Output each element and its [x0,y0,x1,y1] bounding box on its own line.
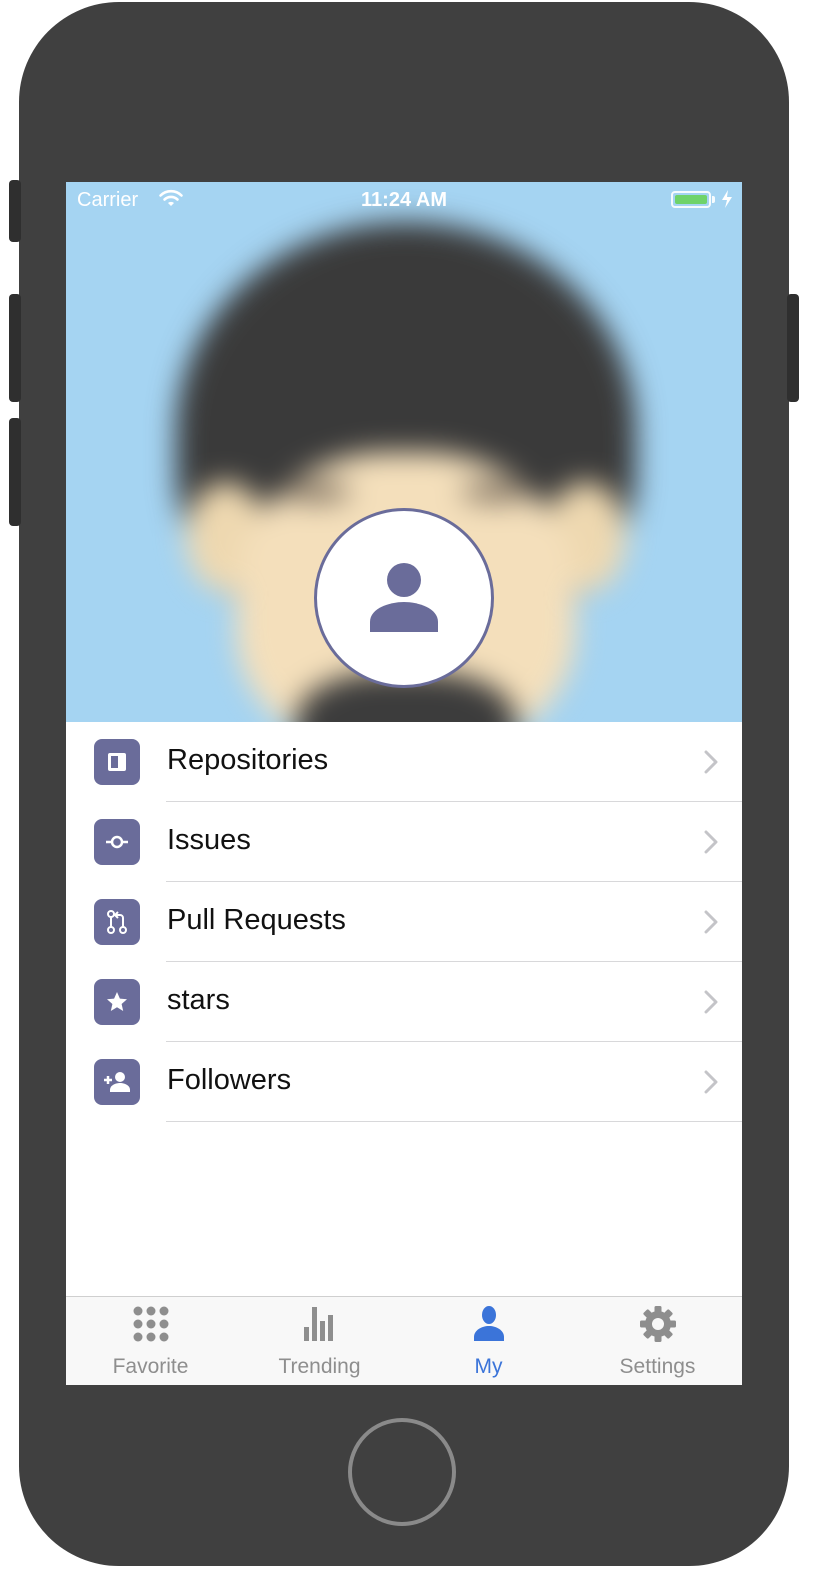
battery-tip [712,196,715,203]
issue-icon [94,819,140,865]
menu-row-stars[interactable]: stars [94,962,742,1042]
grid-icon [133,1306,168,1342]
menu-row-label: stars [167,984,230,1016]
menu-row-issues[interactable]: Issues [94,802,742,882]
tab-trending[interactable]: Trending [235,1297,404,1385]
chevron-right-icon [704,750,718,774]
status-bar: Carrier 11:24 AM [66,182,742,222]
star-icon [94,979,140,1025]
volume-down-button [9,418,21,526]
clock-time: 11:24 AM [361,189,447,211]
chevron-right-icon [704,1070,718,1094]
add-person-icon [94,1059,140,1105]
power-button [787,294,799,402]
menu-row-label: Followers [167,1064,292,1096]
tab-label: Favorite [112,1355,189,1378]
menu-row-pull-requests[interactable]: Pull Requests [94,882,742,962]
charging-icon [721,189,733,215]
bar-chart-icon [303,1307,333,1341]
menu-row-followers[interactable]: Followers [94,1042,742,1122]
tab-favorite[interactable]: Favorite [66,1297,235,1385]
menu-row-repositories[interactable]: Repositories [94,722,742,802]
tab-settings[interactable]: Settings [573,1297,742,1385]
screen: Carrier 11:24 AM Repositories Issues Pul… [66,182,742,1385]
tab-label: Trending [278,1355,361,1378]
pull-request-icon [94,899,140,945]
volume-up-button [9,294,21,402]
avatar-button[interactable] [314,508,494,688]
chevron-right-icon [704,990,718,1014]
battery-icon [671,191,711,208]
tab-my[interactable]: My [404,1297,573,1385]
person-icon [370,563,438,632]
tab-label: Settings [619,1355,696,1378]
gear-icon [639,1306,676,1342]
chevron-right-icon [704,910,718,934]
home-button[interactable] [348,1418,456,1526]
tab-bar: Favorite Trending My Settings [66,1296,742,1385]
menu-row-label: Repositories [167,744,329,776]
mute-switch [9,180,21,242]
profile-header: Carrier 11:24 AM [66,182,742,722]
repository-icon [94,739,140,785]
menu-row-label: Pull Requests [167,904,346,936]
menu-list: Repositories Issues Pull Requests stars … [66,722,742,1122]
tab-label: My [474,1355,503,1378]
menu-row-label: Issues [167,824,251,856]
person-icon [473,1306,504,1341]
chevron-right-icon [704,830,718,854]
